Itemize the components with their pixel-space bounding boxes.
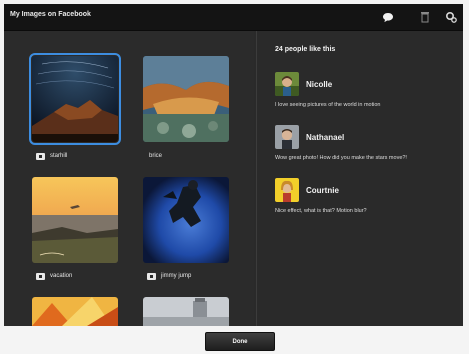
photo-caption: vacation bbox=[36, 271, 72, 281]
comment-badge-icon bbox=[36, 272, 45, 280]
comments-panel: 24 people like this Nicolle I love seein… bbox=[257, 31, 463, 326]
page-title: My Images on Facebook bbox=[10, 11, 91, 18]
comment-icon[interactable] bbox=[381, 10, 395, 24]
photo-caption: starhill bbox=[36, 151, 67, 161]
photo-thumb-brice[interactable] bbox=[143, 56, 229, 142]
photo-thumb[interactable] bbox=[143, 297, 229, 326]
photo-thumb[interactable] bbox=[32, 297, 118, 326]
photo-caption: jimmy jump bbox=[147, 271, 191, 281]
commenter-name[interactable]: Nicolle bbox=[306, 80, 332, 89]
photo-thumb-vacation[interactable] bbox=[32, 177, 118, 263]
photo-label: starhill bbox=[50, 153, 68, 159]
photo-caption: brice bbox=[149, 151, 162, 161]
comment-text: Nice effect, what is that? Motion blur? bbox=[275, 208, 367, 214]
photo-label: brice bbox=[149, 153, 163, 159]
comment-text: I love seeing pictures of the world in m… bbox=[275, 102, 381, 108]
comment-badge-icon bbox=[36, 152, 45, 160]
comment-badge-icon bbox=[147, 272, 156, 280]
comment-text: Wow great photo! How did you make the st… bbox=[275, 155, 407, 161]
avatar[interactable] bbox=[275, 125, 299, 149]
trash-icon[interactable] bbox=[418, 10, 432, 24]
footer-bar: Done bbox=[0, 326, 469, 354]
avatar[interactable] bbox=[275, 178, 299, 202]
commenter-name[interactable]: Courtnie bbox=[306, 186, 339, 195]
photo-thumb-starhill[interactable] bbox=[29, 53, 121, 145]
photo-thumb-jimmy-jump[interactable] bbox=[143, 177, 229, 263]
app-window: My Images on Facebook starhill brice vac… bbox=[4, 4, 463, 326]
photo-label: vacation bbox=[50, 273, 73, 279]
commenter-name[interactable]: Nathanael bbox=[306, 133, 344, 142]
settings-icon[interactable] bbox=[444, 10, 458, 24]
photo-grid: starhill brice vacation jimmy jump bbox=[4, 31, 254, 326]
done-button[interactable]: Done bbox=[205, 332, 275, 351]
likes-count: 24 people like this bbox=[275, 46, 336, 53]
photo-label: jimmy jump bbox=[161, 273, 192, 279]
avatar[interactable] bbox=[275, 72, 299, 96]
title-bar: My Images on Facebook bbox=[4, 4, 463, 31]
